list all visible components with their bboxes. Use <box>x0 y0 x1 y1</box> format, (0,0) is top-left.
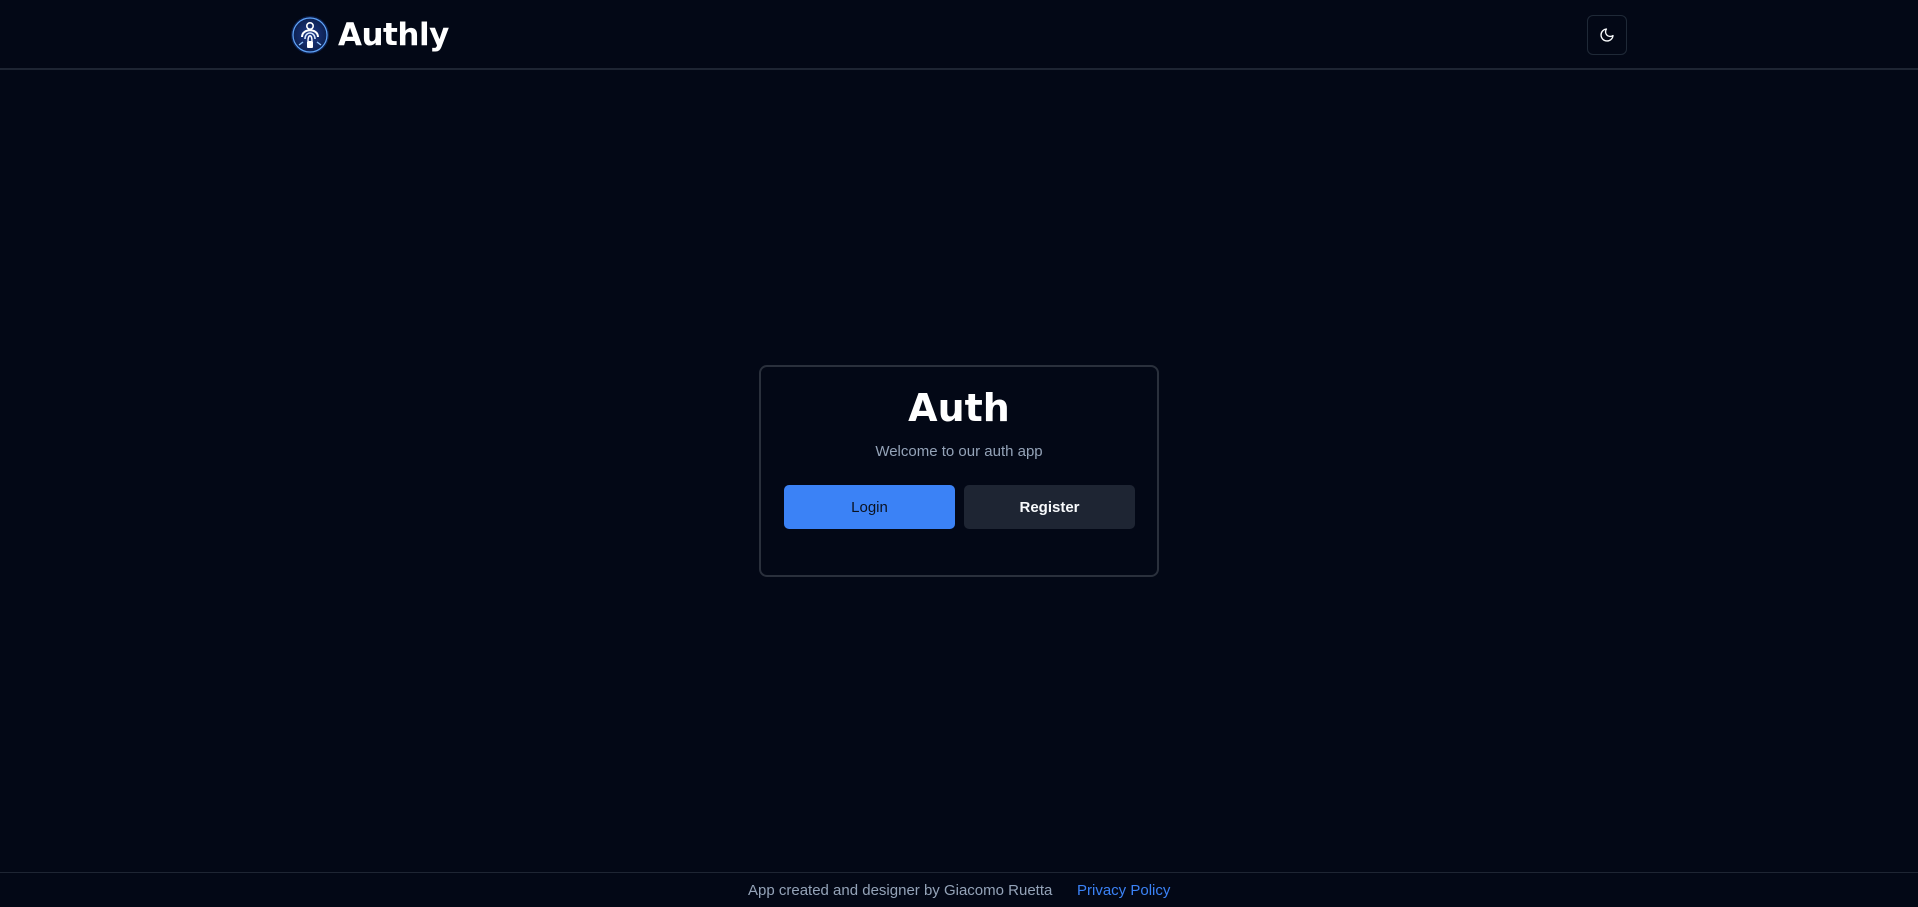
theme-toggle-button[interactable] <box>1587 15 1627 55</box>
brand[interactable]: Authly <box>290 12 449 58</box>
top-navbar: Authly <box>0 0 1918 70</box>
fingerprint-lock-logo-icon <box>291 16 329 54</box>
footer-credit: App created and designer by Giacomo Ruet… <box>748 882 1053 899</box>
register-button[interactable]: Register <box>964 485 1135 529</box>
card-subtitle: Welcome to our auth app <box>875 443 1043 460</box>
footer: App created and designer by Giacomo Ruet… <box>0 872 1918 907</box>
privacy-policy-link[interactable]: Privacy Policy <box>1077 882 1170 899</box>
brand-name: Authly <box>338 17 449 53</box>
moon-icon <box>1600 28 1614 42</box>
login-button[interactable]: Login <box>784 485 955 529</box>
card-title: Auth <box>908 386 1010 430</box>
auth-card: Auth Welcome to our auth app Login Regis… <box>759 365 1159 577</box>
